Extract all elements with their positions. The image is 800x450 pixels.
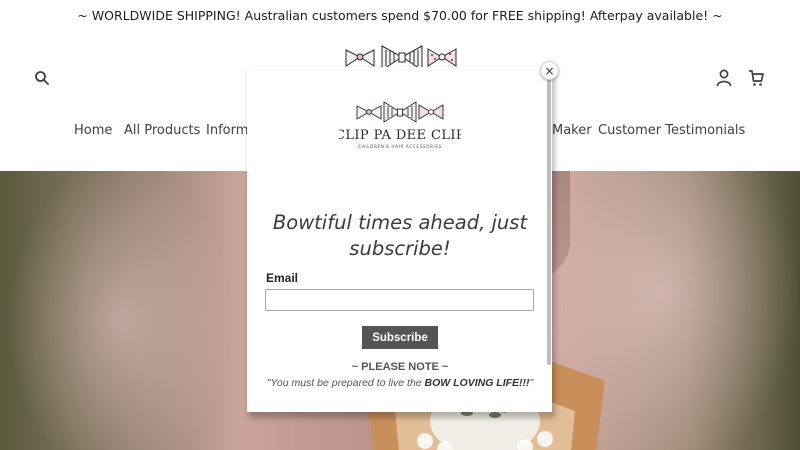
search-icon[interactable] [34, 70, 50, 86]
nav-item-home[interactable]: Home [74, 123, 112, 138]
email-field[interactable] [265, 289, 534, 311]
note-text-suffix: " [529, 377, 534, 389]
nav-item-customer-testimonials[interactable]: Customer Testimonials [598, 123, 745, 138]
subscribe-button[interactable]: Subscribe [362, 326, 438, 349]
announcement-text: ~ WORLDWIDE SHIPPING! Australian custome… [77, 7, 723, 23]
close-icon: × [544, 63, 555, 78]
note-title: ~ PLEASE NOTE ~ [351, 361, 449, 373]
cart-icon[interactable] [747, 69, 765, 87]
announcement-bar: ~ WORLDWIDE SHIPPING! Australian custome… [0, 0, 800, 30]
popup-heading: Bowtiful times ahead, just subscribe! [272, 211, 528, 260]
email-label: Email [266, 271, 299, 285]
note-text-prefix: "You must be prepared to live the [266, 377, 425, 389]
popup-logo: CLIP PA DEE CLIP CHILDREN'S HAIR ACCESSO… [339, 101, 461, 149]
account-icon[interactable] [716, 69, 732, 87]
popup-scrollbar[interactable] [547, 75, 551, 365]
nav-item-all-products[interactable]: All Products [124, 123, 200, 138]
nav-item-maker[interactable]: Maker [552, 123, 592, 138]
popup-close-button[interactable]: × [540, 61, 559, 80]
popup-logo-subtext: CHILDREN'S HAIR ACCESSORIES [358, 144, 442, 149]
popup-logo-text: CLIP PA DEE CLIP [339, 128, 461, 143]
note-text-bold: BOW LOVING LIFE!!! [424, 377, 530, 389]
note-text: "You must be prepared to live the BOW LO… [262, 377, 538, 389]
